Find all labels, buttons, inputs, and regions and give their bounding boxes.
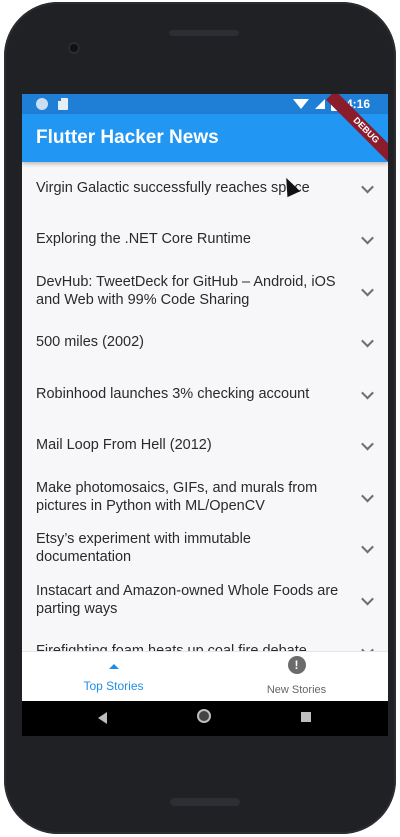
app-screen: 4:16 Flutter Hacker News DEBUG Virgin Ga… xyxy=(22,94,388,736)
new-badge-icon: ! xyxy=(287,656,306,674)
chevron-down-icon[interactable] xyxy=(361,592,374,606)
chevron-down-icon[interactable] xyxy=(361,386,374,400)
bottom-navigation: Top Stories ! New Stories xyxy=(22,651,388,702)
system-navigation-bar xyxy=(22,701,388,736)
home-icon[interactable] xyxy=(197,709,211,723)
list-item[interactable]: Etsy’s experiment with immutable documen… xyxy=(22,523,388,575)
story-title: Firefighting foam heats up coal fire deb… xyxy=(36,642,346,651)
speaker-top xyxy=(169,30,239,36)
list-item[interactable]: Exploring the .NET Core Runtime xyxy=(22,214,388,266)
signal-icon xyxy=(314,99,325,109)
chevron-down-icon[interactable] xyxy=(361,334,374,348)
list-item[interactable]: Robinhood launches 3% checking account xyxy=(22,368,388,420)
phone-frame: 4:16 Flutter Hacker News DEBUG Virgin Ga… xyxy=(4,2,396,834)
wifi-icon xyxy=(292,99,309,109)
tab-label: New Stories xyxy=(266,684,327,696)
tab-new-stories[interactable]: ! New Stories xyxy=(205,652,388,702)
chevron-down-icon[interactable] xyxy=(361,231,374,245)
list-item[interactable]: Instacart and Amazon-owned Whole Foods a… xyxy=(22,574,388,626)
recents-icon[interactable] xyxy=(301,712,311,722)
story-title: Mail Loop From Hell (2012) xyxy=(36,437,212,454)
story-title: DevHub: TweetDeck for GitHub – Android, … xyxy=(36,273,336,308)
story-title: Virgin Galactic successfully reaches spa… xyxy=(36,179,310,196)
front-camera xyxy=(68,42,80,54)
story-title: Exploring the .NET Core Runtime xyxy=(36,231,251,248)
app-bar: Flutter Hacker News DEBUG xyxy=(22,94,388,171)
list-item[interactable]: Mail Loop From Hell (2012) xyxy=(22,420,388,472)
story-list[interactable]: Virgin Galactic successfully reaches spa… xyxy=(22,162,388,651)
chevron-down-icon[interactable] xyxy=(361,489,374,503)
triangle-icon xyxy=(108,664,119,669)
list-item[interactable]: 500 miles (2002) xyxy=(22,317,388,369)
chevron-down-icon[interactable] xyxy=(361,180,374,194)
story-title: 500 miles (2002) xyxy=(36,334,144,351)
tab-top-stories[interactable]: Top Stories xyxy=(22,652,205,702)
list-item[interactable]: DevHub: TweetDeck for GitHub – Android, … xyxy=(22,265,388,317)
story-title: Etsy’s experiment with immutable documen… xyxy=(36,531,251,566)
chevron-down-icon[interactable] xyxy=(361,283,374,297)
list-item[interactable]: Make photomosaics, GIFs, and murals from… xyxy=(22,471,388,523)
list-item[interactable]: Firefighting foam heats up coal fire deb… xyxy=(22,626,388,651)
app-title: Flutter Hacker News xyxy=(36,127,219,148)
story-title: Robinhood launches 3% checking account xyxy=(36,385,310,402)
story-title: Make photomosaics, GIFs, and murals from… xyxy=(36,479,318,514)
story-title: Instacart and Amazon-owned Whole Foods a… xyxy=(36,582,339,617)
back-icon[interactable] xyxy=(98,712,107,724)
list-item[interactable]: Virgin Galactic successfully reaches spa… xyxy=(22,162,388,214)
chevron-down-icon[interactable] xyxy=(361,540,374,554)
chevron-down-icon[interactable] xyxy=(361,437,374,451)
sd-card-icon xyxy=(58,98,68,110)
circle-icon xyxy=(36,98,48,110)
speaker-bottom xyxy=(170,798,240,806)
tab-label: Top Stories xyxy=(83,679,144,693)
chevron-down-icon[interactable] xyxy=(361,643,374,651)
